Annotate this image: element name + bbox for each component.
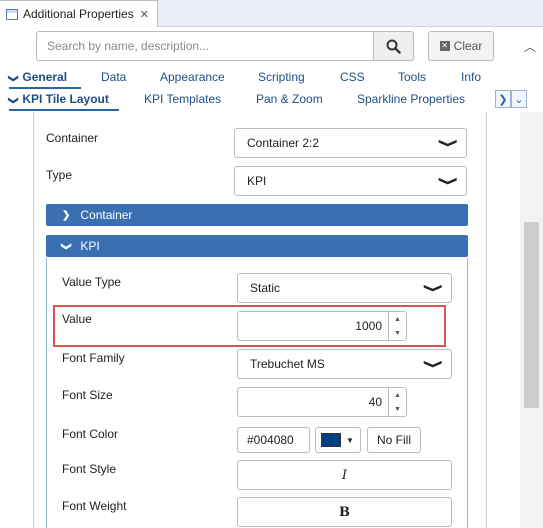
- chevron-down-icon: ❯: [438, 137, 460, 149]
- type-select[interactable]: KPI ❯: [234, 166, 467, 196]
- tab-scripting[interactable]: Scripting: [258, 70, 305, 84]
- italic-icon: I: [341, 467, 348, 483]
- chevron-down-icon: ❯: [60, 241, 72, 251]
- view-tab-additional-properties[interactable]: Additional Properties ✕: [0, 0, 158, 27]
- caret-down-icon: ▼: [346, 435, 354, 445]
- font-color-label: Font Color: [62, 427, 119, 441]
- bold-toggle-button[interactable]: B: [237, 497, 452, 527]
- chevron-up-icon[interactable]: ︿: [524, 38, 536, 55]
- section-kpi-header[interactable]: ❯ KPI: [46, 235, 468, 257]
- type-label: Type: [46, 168, 73, 182]
- chevron-down-icon: ❯: [423, 358, 445, 370]
- chevron-down-icon: ❯: [438, 175, 460, 187]
- vertical-scrollbar[interactable]: [520, 112, 543, 528]
- font-size-label: Font Size: [62, 388, 113, 402]
- tab-row-primary: General Data Appearance Scripting CSS To…: [0, 70, 520, 91]
- font-color-picker[interactable]: ▼: [315, 427, 361, 453]
- tab-sparkline-properties[interactable]: Sparkline Properties: [357, 92, 465, 106]
- font-size-stepper[interactable]: 40 ▲ ▼: [237, 387, 407, 417]
- no-fill-button[interactable]: No Fill: [367, 427, 421, 453]
- font-style-label: Font Style: [62, 462, 117, 476]
- increment-icon[interactable]: ▲: [389, 388, 406, 402]
- search-button[interactable]: [373, 31, 414, 61]
- tab-scroll-controls: ❯ ⌄: [495, 90, 527, 110]
- tab-pan-zoom[interactable]: Pan & Zoom: [256, 92, 323, 106]
- decrement-icon[interactable]: ▼: [389, 402, 406, 416]
- clear-label: Clear: [453, 39, 483, 53]
- bold-icon: B: [339, 504, 350, 520]
- type-select-value: KPI: [247, 174, 267, 188]
- close-icon[interactable]: ✕: [140, 8, 149, 21]
- color-swatch: [321, 433, 341, 447]
- search-input[interactable]: [36, 31, 374, 61]
- active-tab-indicator: [9, 87, 81, 89]
- font-family-select[interactable]: Trebuchet MS ❯: [237, 349, 452, 379]
- italic-toggle-button[interactable]: I: [237, 460, 452, 490]
- font-color-value: #004080: [247, 433, 294, 447]
- tab-appearance[interactable]: Appearance: [160, 70, 225, 84]
- tab-row-secondary: KPI Tile Layout KPI Templates Pan & Zoom…: [0, 92, 520, 113]
- section-kpi-title: KPI: [80, 239, 100, 253]
- tab-data[interactable]: Data: [101, 70, 126, 84]
- chevron-right-icon: ❯: [62, 209, 71, 221]
- container-select-value: Container 2:2: [247, 136, 320, 150]
- tab-css[interactable]: CSS: [340, 70, 365, 84]
- tab-general[interactable]: General: [9, 70, 67, 84]
- tab-kpi-tile-layout[interactable]: KPI Tile Layout: [9, 92, 108, 106]
- section-container-header[interactable]: ❯ Container: [46, 204, 468, 226]
- container-label: Container: [46, 131, 99, 145]
- view-title: Additional Properties: [23, 7, 134, 21]
- font-size-value: 40: [368, 395, 382, 409]
- window-icon: [6, 8, 18, 20]
- section-container-title: Container: [80, 208, 133, 222]
- clear-button[interactable]: ✕ Clear: [428, 31, 494, 61]
- scrollbar-thumb[interactable]: [524, 222, 539, 408]
- value-type-select[interactable]: Static ❯: [237, 273, 452, 303]
- font-size-spinner: ▲ ▼: [388, 388, 406, 416]
- font-family-value: Trebuchet MS: [250, 357, 325, 371]
- font-weight-label: Font Weight: [62, 499, 127, 513]
- chevron-down-icon: ❯: [423, 282, 445, 294]
- tab-info[interactable]: Info: [461, 70, 481, 84]
- tab-tools[interactable]: Tools: [398, 70, 426, 84]
- font-color-input[interactable]: #004080: [237, 427, 310, 453]
- tab-kpi-templates[interactable]: KPI Templates: [144, 92, 221, 106]
- search-icon: [386, 39, 401, 54]
- value-type-value: Static: [250, 281, 281, 295]
- container-select[interactable]: Container 2:2 ❯: [234, 128, 467, 158]
- chevron-down-icon[interactable]: ⌄: [511, 90, 527, 108]
- clear-x-icon: ✕: [439, 41, 450, 51]
- no-fill-label: No Fill: [376, 433, 411, 447]
- value-highlight-box: [53, 305, 446, 347]
- active-subtab-indicator: [9, 109, 119, 111]
- chevron-right-icon[interactable]: ❯: [495, 90, 511, 108]
- value-type-label: Value Type: [62, 275, 121, 289]
- font-family-label: Font Family: [62, 351, 125, 365]
- view-tab-bar: Additional Properties ✕: [0, 0, 543, 27]
